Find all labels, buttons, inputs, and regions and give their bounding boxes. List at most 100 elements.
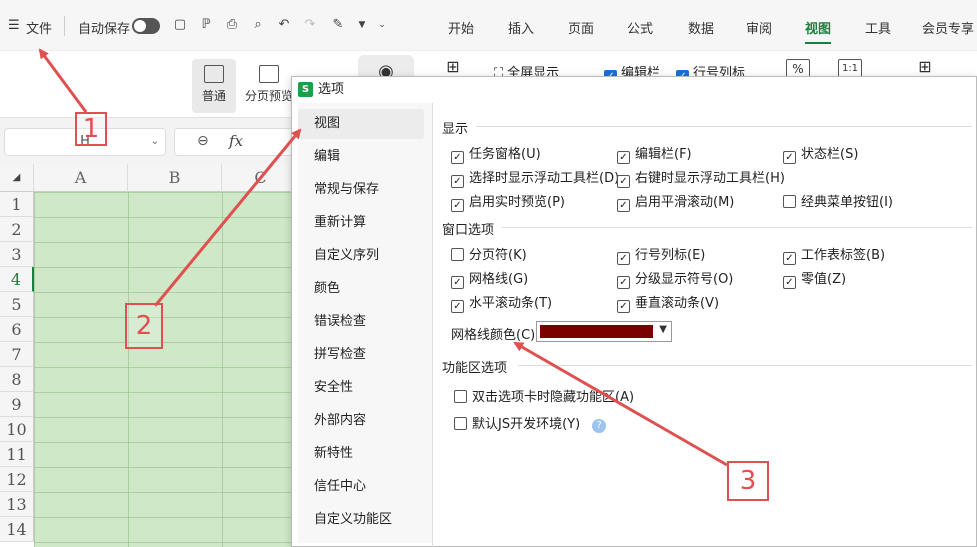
float-toolbar-select-option[interactable]: ✓ 选择时显示浮动工具栏(D)	[451, 167, 619, 188]
dropdown-arrow-icon[interactable]: ▼	[659, 324, 667, 335]
sheet-tabs-option[interactable]: ✓ 工作表标签(B)	[783, 244, 885, 265]
status-bar-option[interactable]: ✓ 状态栏(S)	[783, 143, 858, 164]
sidebar-item-trust-center[interactable]: 信任中心	[298, 472, 424, 502]
checkbox-checked[interactable]: ✓	[451, 276, 464, 289]
checkbox-unchecked[interactable]	[454, 417, 467, 430]
row-header[interactable]: 2	[0, 217, 34, 242]
sidebar-item-new-features[interactable]: 新特性	[298, 439, 424, 469]
outline-symbols-option[interactable]: ✓ 分级显示符号(O)	[617, 268, 733, 289]
gridline-color-picker[interactable]: ▼	[536, 321, 672, 342]
live-preview-option[interactable]: ✓ 启用实时预览(P)	[451, 191, 565, 212]
tab-review[interactable]: 审阅	[746, 18, 772, 37]
edit-bar-option[interactable]: ✓ 编辑栏(F)	[617, 143, 692, 164]
checkbox-checked[interactable]: ✓	[451, 199, 464, 212]
checkbox-checked[interactable]: ✓	[617, 276, 630, 289]
row-header[interactable]: 9	[0, 392, 34, 417]
highlight-icon[interactable]: ✎	[330, 17, 346, 33]
sidebar-item-color[interactable]: 颜色	[298, 274, 424, 304]
checkbox-unchecked[interactable]	[454, 390, 467, 403]
normal-view-button[interactable]: 普通	[192, 59, 236, 113]
page-break-preview-button[interactable]: 分页预览	[242, 59, 296, 113]
sidebar-item-external-content[interactable]: 外部内容	[298, 406, 424, 436]
select-all-corner[interactable]: ◢	[0, 164, 34, 192]
vertical-scrollbar-option[interactable]: ✓ 垂直滚动条(V)	[617, 292, 719, 313]
float-toolbar-rightclick-option[interactable]: ✓ 右键时显示浮动工具栏(H)	[617, 167, 785, 188]
chevron-down-icon[interactable]: ⌄	[374, 17, 390, 33]
row-header-active[interactable]: 4	[0, 267, 34, 292]
format-painter-icon[interactable]: ℙ	[198, 17, 214, 33]
dropdown-chevron-icon[interactable]: ▼	[354, 17, 370, 33]
sidebar-item-security[interactable]: 安全性	[298, 373, 424, 403]
horizontal-scrollbar-option[interactable]: ✓ 水平滚动条(T)	[451, 292, 552, 313]
row-header[interactable]: 7	[0, 342, 34, 367]
tab-data[interactable]: 数据	[688, 18, 714, 37]
page-break-option[interactable]: 分页符(K)	[451, 244, 527, 263]
tab-member[interactable]: 会员专享	[922, 18, 974, 37]
tab-insert[interactable]: 插入	[508, 18, 534, 37]
row-header[interactable]: 5	[0, 292, 34, 317]
row-header[interactable]: 13	[0, 492, 34, 517]
checkbox-checked[interactable]: ✓	[617, 199, 630, 212]
print-preview-icon[interactable]: ⌕	[250, 17, 266, 33]
column-header-b[interactable]: B	[128, 164, 222, 192]
row-header[interactable]: 11	[0, 442, 34, 467]
row-header[interactable]: 10	[0, 417, 34, 442]
print-icon[interactable]: ⎙	[224, 17, 240, 33]
smooth-scroll-option[interactable]: ✓ 启用平滑滚动(M)	[617, 191, 734, 212]
sidebar-item-edit[interactable]: 编辑	[298, 142, 424, 172]
tab-view[interactable]: 视图	[805, 18, 832, 44]
chevron-down-icon[interactable]: ⌄	[151, 129, 159, 155]
cell-grid[interactable]	[34, 192, 300, 547]
task-pane-option[interactable]: ✓ 任务窗格(U)	[451, 143, 541, 164]
sidebar-item-custom-lists[interactable]: 自定义序列	[298, 241, 424, 271]
row-header[interactable]: 14	[0, 517, 34, 542]
sidebar-item-spell-check[interactable]: 拼写检查	[298, 340, 424, 370]
sidebar-item-recalculate[interactable]: 重新计算	[298, 208, 424, 238]
row-header[interactable]: 1	[0, 192, 34, 217]
autosave-toggle[interactable]	[132, 18, 160, 34]
tab-home[interactable]: 开始	[448, 18, 474, 37]
hide-ribbon-option[interactable]: 双击选项卡时隐藏功能区(A)	[454, 386, 634, 405]
function-icon[interactable]: fx	[229, 132, 243, 150]
row-header[interactable]: 6	[0, 317, 34, 342]
dialog-title-bar[interactable]: S 选项	[292, 77, 976, 103]
checkbox-checked[interactable]: ✓	[617, 151, 630, 164]
row-header[interactable]: 12	[0, 467, 34, 492]
row-header[interactable]: 8	[0, 367, 34, 392]
help-icon[interactable]: ?	[592, 419, 607, 433]
redo-icon[interactable]: ↷	[302, 17, 318, 33]
checkbox-checked[interactable]: ✓	[451, 300, 464, 313]
hamburger-menu-icon[interactable]: ☰	[8, 18, 20, 33]
checkbox-checked[interactable]: ✓	[451, 175, 464, 188]
page-break-label: 分页预览	[244, 89, 293, 103]
tab-tools[interactable]: 工具	[865, 18, 891, 37]
js-dev-env-option[interactable]: 默认JS开发环境(Y)?	[454, 413, 607, 433]
zero-values-option[interactable]: ✓ 零值(Z)	[783, 268, 846, 289]
checkbox-unchecked[interactable]	[451, 248, 464, 261]
column-header-c[interactable]: C	[222, 164, 300, 192]
zoom-search-icon[interactable]: ⊖	[197, 133, 209, 149]
tab-page[interactable]: 页面	[568, 18, 594, 37]
column-header-a[interactable]: A	[34, 164, 128, 192]
save-icon[interactable]: ▢	[172, 17, 188, 33]
gridlines-option[interactable]: ✓ 网格线(G)	[451, 268, 528, 289]
sidebar-item-general-save[interactable]: 常规与保存	[298, 175, 424, 205]
sidebar-item-custom-ribbon[interactable]: 自定义功能区	[298, 505, 424, 535]
tab-formula[interactable]: 公式	[627, 18, 653, 37]
classic-menu-option[interactable]: 经典菜单按钮(I)	[783, 191, 893, 210]
checkbox-checked[interactable]: ✓	[783, 276, 796, 289]
undo-icon[interactable]: ↶	[276, 17, 292, 33]
dialog-title: 选项	[318, 82, 345, 97]
checkbox-unchecked[interactable]	[783, 195, 796, 208]
checkbox-checked[interactable]: ✓	[451, 151, 464, 164]
checkbox-checked[interactable]: ✓	[783, 252, 796, 265]
sidebar-item-view[interactable]: 视图	[298, 109, 424, 139]
checkbox-checked[interactable]: ✓	[617, 175, 630, 188]
sidebar-item-error-check[interactable]: 错误检查	[298, 307, 424, 337]
row-col-header-option[interactable]: ✓ 行号列标(E)	[617, 244, 705, 265]
row-header[interactable]: 3	[0, 242, 34, 267]
file-menu[interactable]: 文件	[26, 18, 52, 37]
checkbox-checked[interactable]: ✓	[617, 300, 630, 313]
checkbox-checked[interactable]: ✓	[783, 151, 796, 164]
checkbox-checked[interactable]: ✓	[617, 252, 630, 265]
